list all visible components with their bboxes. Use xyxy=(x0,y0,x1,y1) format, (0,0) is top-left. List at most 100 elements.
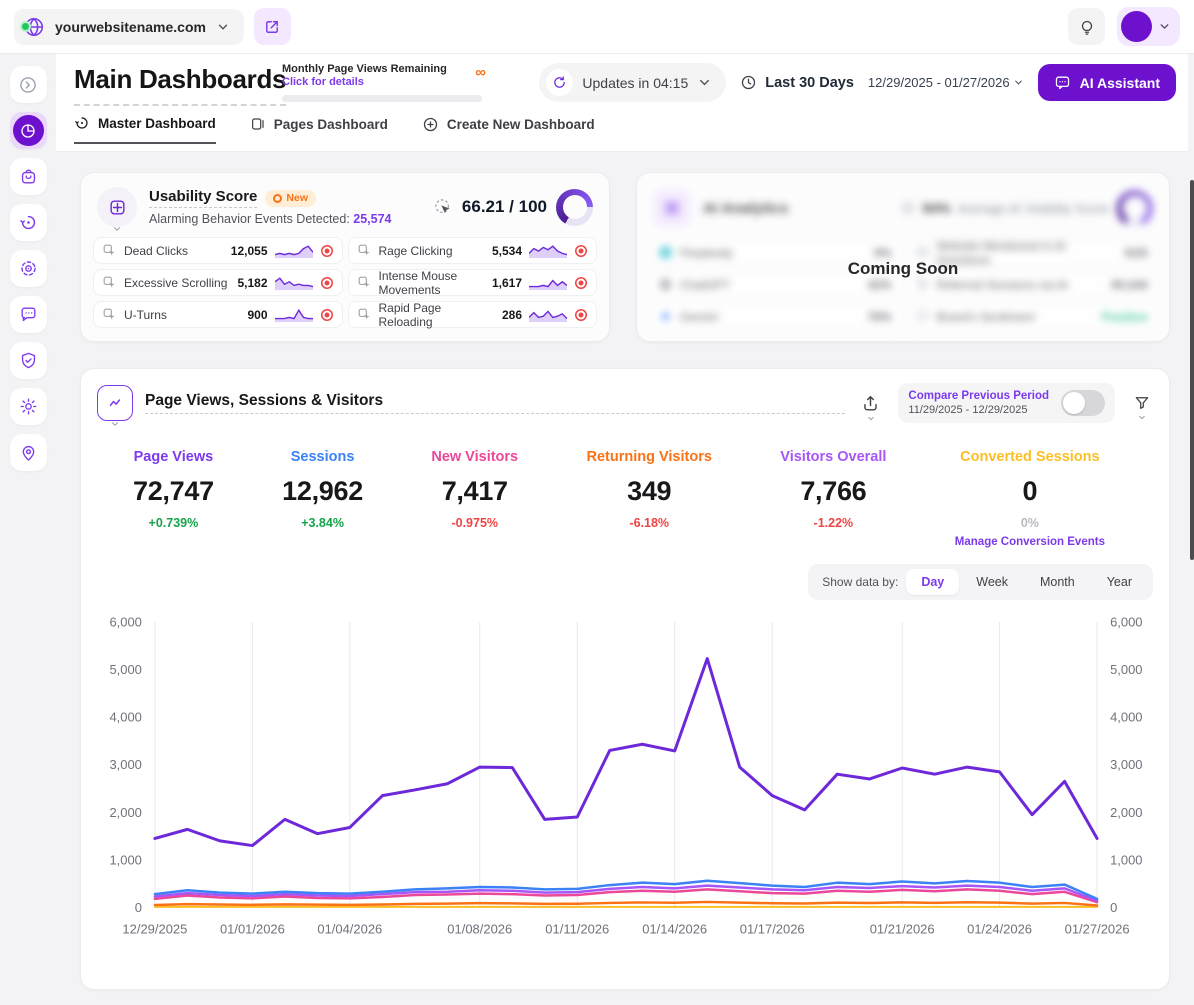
tab-create-new-dashboard[interactable]: Create New Dashboard xyxy=(422,115,595,144)
updates-dropdown[interactable]: Updates in 04:15 xyxy=(539,63,726,102)
chevron-down-icon xyxy=(1158,20,1171,33)
record-icon[interactable] xyxy=(320,308,334,322)
svg-text:6,000: 6,000 xyxy=(109,614,141,629)
ai-analytics-card: AI Analytics 84% Average AI Visibility S… xyxy=(636,172,1170,342)
behavior-metric-row[interactable]: Rapid Page Reloading 286 xyxy=(348,301,598,328)
globe-icon xyxy=(23,16,45,38)
chart-card-icon[interactable] xyxy=(97,385,133,421)
behavior-metric-value: 1,617 xyxy=(492,276,522,290)
sidebar-item-session-replay[interactable] xyxy=(10,204,47,241)
stat-converted-sessions[interactable]: Converted Sessions 0 0% Manage Conversio… xyxy=(955,449,1105,548)
svg-text:01/27/2026: 01/27/2026 xyxy=(1065,921,1130,936)
scrollbar-thumb[interactable] xyxy=(1190,180,1194,560)
stat-visitors-overall[interactable]: Visitors Overall 7,766 -1.22% xyxy=(780,449,886,548)
date-range-preset[interactable]: Last 30 Days xyxy=(740,74,854,91)
export-button[interactable] xyxy=(857,390,884,417)
infinity-icon: ∞ xyxy=(475,64,486,81)
behavior-metrics: Dead Clicks12,055 Rage Clicking5,534 Exc… xyxy=(93,237,597,328)
quota-details-link[interactable]: Click for details xyxy=(282,76,482,88)
ai-score-label: Average AI Visibility Score xyxy=(958,201,1109,216)
ai-score-value: 84% xyxy=(923,200,951,216)
date-range-label: Last 30 Days xyxy=(765,75,854,91)
chevron-down-icon xyxy=(216,20,230,34)
svg-text:6,000: 6,000 xyxy=(1110,614,1142,629)
period-week[interactable]: Week xyxy=(961,569,1023,595)
sidebar-item-feedback[interactable] xyxy=(10,296,47,333)
sidebar-item-security[interactable] xyxy=(10,342,47,379)
show-data-by: Show data by: Day Week Month Year xyxy=(808,564,1153,600)
account-menu[interactable] xyxy=(1117,7,1180,46)
refresh-icon xyxy=(546,69,573,96)
ai-provider-row: Gemini 78% xyxy=(649,303,901,330)
usability-score-value: 66.21 / 100 xyxy=(462,197,547,217)
site-selector[interactable]: yourwebsitename.com xyxy=(14,9,244,45)
behavior-metric-label: Dead Clicks xyxy=(124,244,224,258)
sidebar-item-settings[interactable] xyxy=(10,388,47,425)
record-icon[interactable] xyxy=(574,244,588,258)
mentions-icon xyxy=(915,245,930,260)
behavior-metric-row[interactable]: U-Turns900 xyxy=(93,301,343,328)
open-site-button[interactable] xyxy=(254,8,291,45)
behavior-cursor-icon xyxy=(102,275,117,290)
record-icon[interactable] xyxy=(574,308,588,322)
alarming-events-count[interactable]: 25,574 xyxy=(353,212,391,226)
sidebar-item-conversions[interactable] xyxy=(10,158,47,195)
behavior-metric-row[interactable]: Dead Clicks12,055 xyxy=(93,237,343,264)
main-area: Main Dashboards Monthly Page Views Remai… xyxy=(56,54,1188,1005)
location-pin-icon xyxy=(19,443,38,462)
sidebar-item-collapse[interactable] xyxy=(10,66,47,103)
usability-subtitle: Alarming Behavior Events Detected: 25,57… xyxy=(149,212,421,226)
stat-new-visitors[interactable]: New Visitors 7,417 -0.975% xyxy=(431,449,518,548)
filter-button[interactable] xyxy=(1129,390,1155,416)
avatar xyxy=(1121,11,1152,42)
sidebar-item-dashboards[interactable] xyxy=(10,112,47,149)
sidebar-item-behavior-tracking[interactable] xyxy=(10,250,47,287)
behavior-metric-row[interactable]: Intense Mouse Movements1,617 xyxy=(348,269,598,296)
series-page-views xyxy=(155,659,1097,846)
stat-sessions[interactable]: Sessions 12,962 +3.84% xyxy=(282,449,363,548)
sidebar-item-locations[interactable] xyxy=(10,434,47,471)
tips-button[interactable] xyxy=(1068,8,1105,45)
behavior-cursor-icon xyxy=(357,275,372,290)
ai-assistant-button[interactable]: AI Assistant xyxy=(1038,64,1176,101)
ai-analytics-title: AI Analytics xyxy=(703,200,888,217)
svg-text:2,000: 2,000 xyxy=(109,805,141,820)
behavior-metric-row[interactable]: Excessive Scrolling5,182 xyxy=(93,269,343,296)
quota-widget: Monthly Page Views Remaining Click for d… xyxy=(282,63,482,102)
tab-master-dashboard[interactable]: Master Dashboard xyxy=(74,115,216,144)
clock-icon xyxy=(740,74,757,91)
record-icon[interactable] xyxy=(574,276,588,290)
manage-conversion-events-link[interactable]: Manage Conversion Events xyxy=(955,536,1105,548)
date-range-value: 12/29/2025 - 01/27/2026 xyxy=(868,75,1010,90)
period-year[interactable]: Year xyxy=(1092,569,1147,595)
svg-text:4,000: 4,000 xyxy=(1110,710,1142,725)
plus-circle-icon xyxy=(422,116,439,133)
traffic-stats: Page Views 72,747 +0.739% Sessions 12,96… xyxy=(81,423,1169,548)
quota-progress-bar xyxy=(282,95,482,102)
behavior-metric-value: 286 xyxy=(502,308,522,322)
export-icon xyxy=(861,394,880,413)
behavior-metric-row[interactable]: Rage Clicking5,534 xyxy=(348,237,598,264)
record-icon[interactable] xyxy=(320,276,334,290)
tab-pages-dashboard[interactable]: Pages Dashboard xyxy=(250,115,388,144)
chat-icon xyxy=(1054,74,1071,91)
metric-sparkline xyxy=(529,307,567,322)
svg-text:5,000: 5,000 xyxy=(1110,662,1142,677)
feedback-chat-icon xyxy=(19,305,38,324)
period-day[interactable]: Day xyxy=(906,569,959,595)
compare-toggle[interactable] xyxy=(1061,390,1105,416)
chatgpt-icon xyxy=(658,277,673,292)
chart-title: Page Views, Sessions & Visitors xyxy=(145,392,845,414)
behavior-metric-value: 5,182 xyxy=(237,276,267,290)
line-chart[interactable]: 12/29/202501/01/202601/04/202601/08/2026… xyxy=(89,608,1161,943)
date-range-picker[interactable]: 12/29/2025 - 01/27/2026 xyxy=(868,75,1024,90)
period-month[interactable]: Month xyxy=(1025,569,1090,595)
stat-page-views[interactable]: Page Views 72,747 +0.739% xyxy=(133,449,214,548)
ai-metrics: Perplexity 9% Website Mentioned in AI Qu… xyxy=(649,239,1157,330)
chevron-down-icon xyxy=(866,414,875,423)
usability-icon[interactable] xyxy=(97,187,137,227)
usability-score-donut xyxy=(556,189,593,226)
behavior-metric-label: Rapid Page Reloading xyxy=(379,301,495,329)
stat-returning-visitors[interactable]: Returning Visitors 349 -6.18% xyxy=(587,449,712,548)
record-icon[interactable] xyxy=(320,244,334,258)
